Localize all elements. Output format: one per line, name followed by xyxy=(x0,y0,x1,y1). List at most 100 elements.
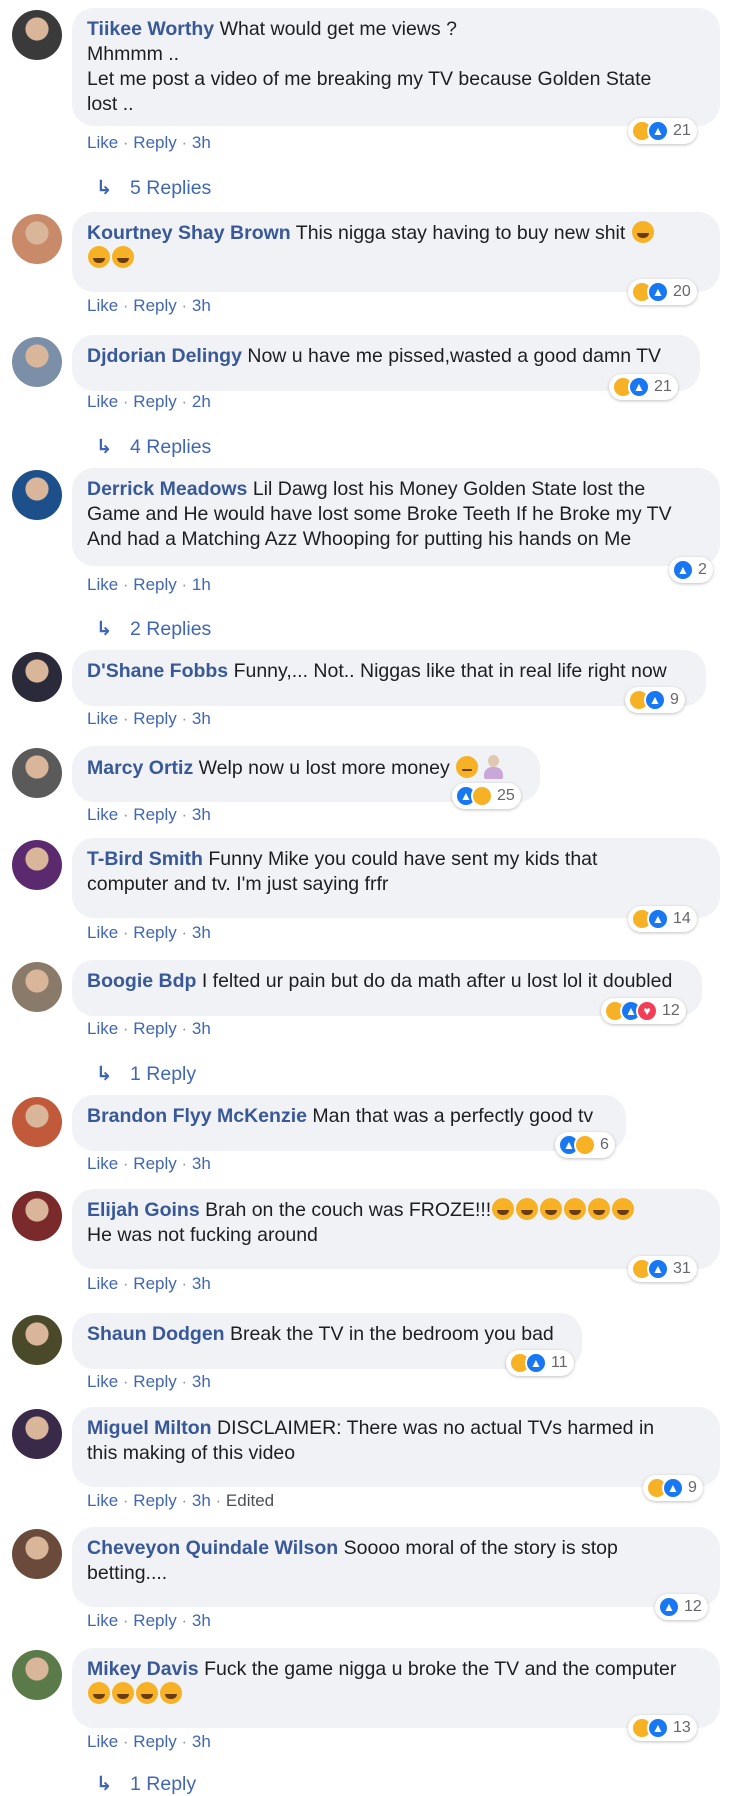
reply-link[interactable]: Reply xyxy=(133,296,176,315)
comment-actions: Like · Reply · 3h xyxy=(87,1154,211,1174)
reaction-summary[interactable]: ▲ 21 xyxy=(628,118,697,144)
reply-link[interactable]: Reply xyxy=(133,392,176,411)
comment-author[interactable]: Marcy Ortiz xyxy=(87,757,193,779)
replies-count-label: 4 Replies xyxy=(130,436,212,458)
separator: · xyxy=(176,1611,192,1630)
comment-author[interactable]: Kourtney Shay Brown xyxy=(87,222,291,244)
view-replies-link[interactable]: ↳ 5 Replies xyxy=(96,176,211,200)
comment-timestamp[interactable]: 3h xyxy=(192,1154,211,1173)
comment-timestamp[interactable]: 2h xyxy=(192,392,211,411)
reaction-summary[interactable]: ▲ 11 xyxy=(506,1350,574,1376)
avatar[interactable] xyxy=(12,470,62,520)
reply-link[interactable]: Reply xyxy=(133,1274,176,1293)
comment-timestamp[interactable]: 3h xyxy=(192,1491,211,1510)
comment-timestamp[interactable]: 3h xyxy=(192,1019,211,1038)
like-link[interactable]: Like xyxy=(87,392,118,411)
like-link[interactable]: Like xyxy=(87,805,118,824)
reply-link[interactable]: Reply xyxy=(133,1611,176,1630)
comment-timestamp[interactable]: 3h xyxy=(192,805,211,824)
comment-timestamp[interactable]: 3h xyxy=(192,1611,211,1630)
comment-author[interactable]: Shaun Dodgen xyxy=(87,1323,225,1345)
avatar[interactable] xyxy=(12,1409,62,1459)
reaction-summary[interactable]: ▲ 25 xyxy=(452,783,521,809)
comment-actions: Like · Reply · 3h xyxy=(87,1274,211,1294)
comment-author[interactable]: Miguel Milton xyxy=(87,1417,212,1439)
comment-author[interactable]: Tiikee Worthy xyxy=(87,18,214,40)
like-link[interactable]: Like xyxy=(87,133,118,152)
avatar[interactable] xyxy=(12,1191,62,1241)
reaction-summary[interactable]: ▲ 13 xyxy=(628,1715,697,1741)
avatar[interactable] xyxy=(12,1315,62,1365)
reply-link[interactable]: Reply xyxy=(133,1019,176,1038)
reaction-summary[interactable]: ▲ 12 xyxy=(655,1594,708,1620)
reaction-summary[interactable]: ▲ 21 xyxy=(609,374,678,400)
reaction-count: 13 xyxy=(673,1719,691,1736)
avatar[interactable] xyxy=(12,652,62,702)
comment-author[interactable]: Djdorian Delingy xyxy=(87,345,242,367)
reply-link[interactable]: Reply xyxy=(133,575,176,594)
like-link[interactable]: Like xyxy=(87,1491,118,1510)
reaction-summary[interactable]: ▲ 20 xyxy=(628,279,697,305)
comment-author[interactable]: T-Bird Smith xyxy=(87,848,203,870)
avatar[interactable] xyxy=(12,10,62,60)
comment-timestamp[interactable]: 3h xyxy=(192,133,211,152)
reaction-summary[interactable]: ▲ 6 xyxy=(555,1132,615,1158)
reaction-summary[interactable]: ▲ 14 xyxy=(628,906,697,932)
like-link[interactable]: Like xyxy=(87,1732,118,1751)
comment-timestamp[interactable]: 1h xyxy=(192,575,211,594)
like-link[interactable]: Like xyxy=(87,296,118,315)
view-replies-link[interactable]: ↳ 4 Replies xyxy=(96,435,211,459)
avatar[interactable] xyxy=(12,840,62,890)
like-link[interactable]: Like xyxy=(87,1019,118,1038)
reaction-summary[interactable]: ▲ ♥ 12 xyxy=(601,998,686,1024)
like-link[interactable]: Like xyxy=(87,575,118,594)
avatar[interactable] xyxy=(12,1529,62,1579)
reply-link[interactable]: Reply xyxy=(133,709,176,728)
reaction-summary[interactable]: ▲ 2 xyxy=(669,557,713,583)
reply-link[interactable]: Reply xyxy=(133,1154,176,1173)
comment-author[interactable]: Cheveyon Quindale Wilson xyxy=(87,1537,338,1559)
view-replies-link[interactable]: ↳ 1 Reply xyxy=(96,1772,196,1796)
like-link[interactable]: Like xyxy=(87,923,118,942)
reply-link[interactable]: Reply xyxy=(133,923,176,942)
reaction-summary[interactable]: ▲ 31 xyxy=(628,1256,697,1282)
comment-text: I felted ur pain but do da math after u … xyxy=(201,970,673,992)
comment-author[interactable]: Elijah Goins xyxy=(87,1199,200,1221)
reply-link[interactable]: Reply xyxy=(133,1491,176,1510)
comment-timestamp[interactable]: 3h xyxy=(192,709,211,728)
reaction-summary[interactable]: ▲ 9 xyxy=(625,687,685,713)
avatar[interactable] xyxy=(12,1650,62,1700)
shrug-person-emoji-icon xyxy=(483,755,504,779)
avatar[interactable] xyxy=(12,1097,62,1147)
comment-timestamp[interactable]: 3h xyxy=(192,923,211,942)
comment-timestamp[interactable]: 3h xyxy=(192,296,211,315)
avatar[interactable] xyxy=(12,748,62,798)
view-replies-link[interactable]: ↳ 2 Replies xyxy=(96,617,211,641)
avatar[interactable] xyxy=(12,337,62,387)
reply-link[interactable]: Reply xyxy=(133,1372,176,1391)
comment-bubble: Djdorian Delingy Now u have me pissed,wa… xyxy=(72,335,700,391)
comment-timestamp[interactable]: 3h xyxy=(192,1372,211,1391)
like-link[interactable]: Like xyxy=(87,1372,118,1391)
like-link[interactable]: Like xyxy=(87,1611,118,1630)
avatar[interactable] xyxy=(12,214,62,264)
view-replies-link[interactable]: ↳ 1 Reply xyxy=(96,1062,196,1086)
like-link[interactable]: Like xyxy=(87,1274,118,1293)
comment-author[interactable]: Boogie Bdp xyxy=(87,970,196,992)
comment-timestamp[interactable]: 3h xyxy=(192,1274,211,1293)
reaction-summary[interactable]: ▲ 9 xyxy=(643,1475,703,1501)
reply-link[interactable]: Reply xyxy=(133,133,176,152)
like-link[interactable]: Like xyxy=(87,1154,118,1173)
avatar[interactable] xyxy=(12,962,62,1012)
edited-label[interactable]: Edited xyxy=(226,1491,274,1510)
comment-author[interactable]: Derrick Meadows xyxy=(87,478,247,500)
comment-author[interactable]: Mikey Davis xyxy=(87,1658,199,1680)
comment-author[interactable]: D'Shane Fobbs xyxy=(87,660,228,682)
like-link[interactable]: Like xyxy=(87,709,118,728)
reply-link[interactable]: Reply xyxy=(133,805,176,824)
separator: · xyxy=(118,575,134,594)
comment-text: Mhmmm .. xyxy=(87,43,180,65)
comment-timestamp[interactable]: 3h xyxy=(192,1732,211,1751)
reply-link[interactable]: Reply xyxy=(133,1732,176,1751)
comment-author[interactable]: Brandon Flyy McKenzie xyxy=(87,1105,307,1127)
